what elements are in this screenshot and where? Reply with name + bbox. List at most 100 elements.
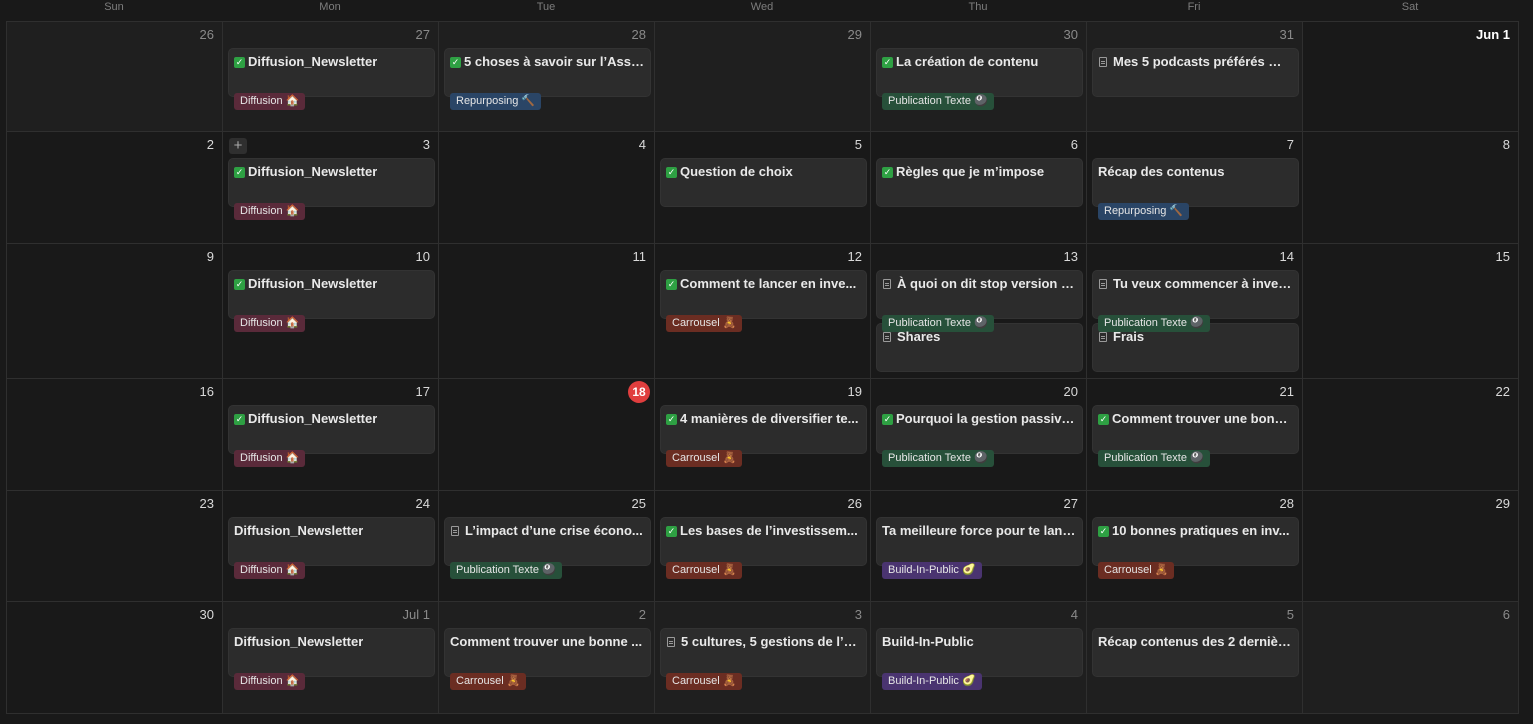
day-cell[interactable]: 11: [439, 244, 655, 378]
event-card[interactable]: Diffusion_Newsletter Diffusion 🏠: [229, 629, 434, 690]
day-cell[interactable]: 4: [439, 132, 655, 243]
event-title: 10 bonnes pratiques en inv...: [1112, 523, 1290, 538]
event-card[interactable]: 5 cultures, 5 gestions de l’a... Carrouse…: [661, 629, 866, 690]
day-cell[interactable]: 26: [7, 22, 223, 131]
day-cell[interactable]: 30: [7, 602, 223, 713]
event-title: Diffusion_Newsletter: [248, 164, 378, 179]
day-cell[interactable]: 5 ✓ Question de choix: [655, 132, 871, 243]
event-card[interactable]: ✓ Comment te lancer en inve... Carrousel 🧸: [661, 271, 866, 332]
day-cell[interactable]: 10 ✓ Diffusion_Newsletter Diffusion 🏠: [223, 244, 439, 378]
day-cell[interactable]: 28 ✓ 5 choses à savoir sur l’Assu... Repurp…: [439, 22, 655, 131]
event-tag: Carrousel 🧸: [666, 673, 743, 690]
day-cell[interactable]: 13 À quoi on dit stop version fi... Public…: [871, 244, 1087, 378]
day-cell[interactable]: Jun 1: [1303, 22, 1519, 131]
day-cell[interactable]: 6: [1303, 602, 1519, 713]
event-card[interactable]: Tu veux commencer à inves... Publication …: [1093, 271, 1298, 332]
day-cell[interactable]: 15: [1303, 244, 1519, 378]
event-card[interactable]: ✓ 4 manières de diversifier te... Carrouse…: [661, 406, 866, 467]
day-cell[interactable]: 16: [7, 379, 223, 490]
event-card[interactable]: ✓ Question de choix: [661, 159, 866, 206]
event-card[interactable]: Diffusion_Newsletter Diffusion 🏠: [229, 518, 434, 579]
checkbox-checked-icon: ✓: [1098, 525, 1109, 537]
event-card[interactable]: ✓ La création de contenu Publication Texte…: [877, 49, 1082, 110]
event-card[interactable]: ✓ Diffusion_Newsletter Diffusion 🏠: [229, 271, 434, 332]
day-cell[interactable]: 20 ✓ Pourquoi la gestion passive... Publica…: [871, 379, 1087, 490]
day-number: 8: [1502, 137, 1510, 152]
event-card[interactable]: Récap contenus des 2 dernièr...: [1093, 629, 1298, 676]
day-cell[interactable]: 27 ✓ Diffusion_Newsletter Diffusion 🏠: [223, 22, 439, 131]
document-icon: [1099, 57, 1107, 67]
event-list: ✓ Diffusion_Newsletter Diffusion 🏠: [229, 271, 434, 332]
day-cell[interactable]: 2: [7, 132, 223, 243]
day-cell[interactable]: 18: [439, 379, 655, 490]
day-cell[interactable]: 6 ✓ Règles que je m’impose: [871, 132, 1087, 243]
event-title-row: Diffusion_Newsletter: [234, 523, 429, 539]
event-card[interactable]: L’impact d’une crise écono... Publication…: [445, 518, 650, 579]
event-card[interactable]: Récap des contenus Repurposing 🔨: [1093, 159, 1298, 220]
day-number: 31: [1279, 27, 1294, 42]
event-title-row: À quoi on dit stop version fi...: [882, 276, 1077, 292]
event-card[interactable]: ✓ 5 choses à savoir sur l’Assu... Repurpos…: [445, 49, 650, 110]
event-list: Tu veux commencer à inves... Publication …: [1093, 271, 1298, 377]
day-number: 9: [206, 249, 214, 264]
day-number: 19: [847, 384, 862, 399]
day-cell[interactable]: 30 ✓ La création de contenu Publication Tex…: [871, 22, 1087, 131]
day-cell[interactable]: 28 ✓ 10 bonnes pratiques en inv... Carrouse…: [1087, 491, 1303, 601]
day-cell[interactable]: 26 ✓ Les bases de l’investissem... Carrouse…: [655, 491, 871, 601]
event-title-row: ✓ La création de contenu: [882, 54, 1077, 70]
event-card[interactable]: ✓ Pourquoi la gestion passive... Publicati…: [877, 406, 1082, 467]
event-card[interactable]: ✓ 10 bonnes pratiques en inv... Carrousel …: [1093, 518, 1298, 579]
day-cell[interactable]: 24 Diffusion_Newsletter Diffusion 🏠: [223, 491, 439, 601]
day-number: 11: [632, 249, 647, 264]
event-title: Question de choix: [680, 164, 793, 179]
day-cell[interactable]: 12 ✓ Comment te lancer en inve... Carrousel…: [655, 244, 871, 378]
event-title-row: ✓ 4 manières de diversifier te...: [666, 411, 861, 427]
event-card[interactable]: Build-In-Public Build-In-Public 🥑: [877, 629, 1082, 690]
day-number: 25: [631, 496, 646, 511]
event-list: Diffusion_Newsletter Diffusion 🏠: [229, 629, 434, 690]
day-cell[interactable]: 17 ✓ Diffusion_Newsletter Diffusion 🏠: [223, 379, 439, 490]
event-card[interactable]: Mes 5 podcasts préférés ⤵ ...: [1093, 49, 1298, 96]
day-cell[interactable]: 31 Mes 5 podcasts préférés ⤵ ...: [1087, 22, 1303, 131]
day-cell[interactable]: 29: [655, 22, 871, 131]
day-cell[interactable]: 29: [1303, 491, 1519, 601]
day-cell[interactable]: 4 Build-In-Public Build-In-Public 🥑: [871, 602, 1087, 713]
add-event-plus-icon[interactable]: +: [229, 138, 247, 154]
event-list: ✓ 5 choses à savoir sur l’Assu... Repurpos…: [445, 49, 650, 110]
day-cell[interactable]: 27 Ta meilleure force pour te lanc... Buil…: [871, 491, 1087, 601]
event-title-row: ✓ 5 choses à savoir sur l’Assu...: [450, 54, 645, 70]
event-card[interactable]: ✓ Diffusion_Newsletter Diffusion 🏠: [229, 49, 434, 110]
event-card[interactable]: ✓ Les bases de l’investissem... Carrousel …: [661, 518, 866, 579]
day-cell[interactable]: 14 Tu veux commencer à inves... Publicatio…: [1087, 244, 1303, 378]
checkbox-checked-icon: ✓: [666, 278, 677, 290]
event-title: Ta meilleure force pour te lanc...: [882, 523, 1077, 538]
day-cell[interactable]: 2 Comment trouver une bonne ... Carrousel …: [439, 602, 655, 713]
event-card[interactable]: À quoi on dit stop version fi... Publicat…: [877, 271, 1082, 332]
day-cell[interactable]: 3 + ✓ Diffusion_Newsletter Diffusion 🏠: [223, 132, 439, 243]
day-cell[interactable]: 23: [7, 491, 223, 601]
document-icon: [667, 637, 675, 647]
day-cell[interactable]: 21 ✓ Comment trouver une bonn... Publicatio…: [1087, 379, 1303, 490]
day-cell[interactable]: 8: [1303, 132, 1519, 243]
event-title-row: Mes 5 podcasts préférés ⤵ ...: [1098, 54, 1293, 70]
day-cell[interactable]: 3 5 cultures, 5 gestions de l’a... Carrous…: [655, 602, 871, 713]
day-cell[interactable]: Jul 1 Diffusion_Newsletter Diffusion 🏠: [223, 602, 439, 713]
event-card[interactable]: ✓ Règles que je m’impose: [877, 159, 1082, 206]
event-card[interactable]: ✓ Diffusion_Newsletter Diffusion 🏠: [229, 159, 434, 220]
day-cell[interactable]: 22: [1303, 379, 1519, 490]
event-card[interactable]: ✓ Diffusion_Newsletter Diffusion 🏠: [229, 406, 434, 467]
day-cell[interactable]: 19 ✓ 4 manières de diversifier te... Carrou…: [655, 379, 871, 490]
day-number: 4: [1070, 607, 1078, 622]
event-card[interactable]: Ta meilleure force pour te lanc... Build-…: [877, 518, 1082, 579]
today-date-badge: 18: [628, 381, 650, 403]
event-list: ✓ La création de contenu Publication Texte…: [877, 49, 1082, 110]
day-cell[interactable]: 25 L’impact d’une crise écono... Publicati…: [439, 491, 655, 601]
day-cell[interactable]: 9: [7, 244, 223, 378]
event-card[interactable]: Comment trouver une bonne ... Carrousel 🧸: [445, 629, 650, 690]
document-icon: [883, 279, 891, 289]
event-card[interactable]: ✓ Comment trouver une bonn... Publication …: [1093, 406, 1298, 467]
day-number: 6: [1070, 137, 1078, 152]
calendar-grid: 26 27 ✓ Diffusion_Newsletter Diffusion 🏠 28 ✓ 5…: [6, 21, 1519, 714]
day-cell[interactable]: 7 Récap des contenus Repurposing 🔨: [1087, 132, 1303, 243]
day-cell[interactable]: 5 Récap contenus des 2 dernièr...: [1087, 602, 1303, 713]
